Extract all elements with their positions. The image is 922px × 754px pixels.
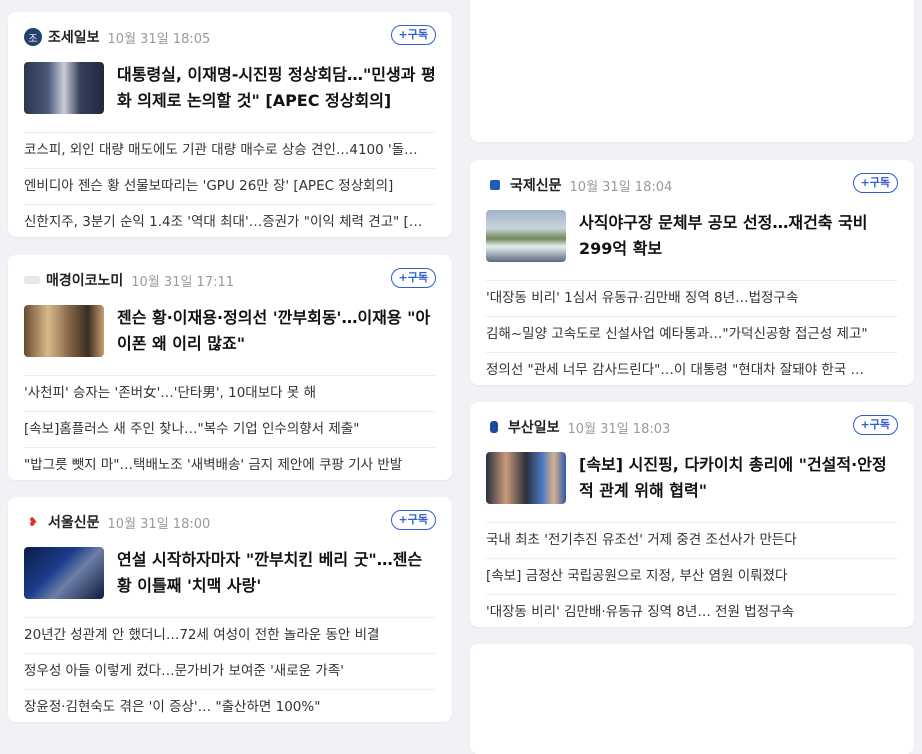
lead-thumbnail[interactable] — [24, 547, 104, 599]
list-item[interactable]: "밥그릇 뺏지 마"…택배노조 '새벽배송' 금지 제안에 쿠팡 기사 반발 — [24, 448, 436, 483]
seoulshinmun-logo-icon: ❥ — [27, 515, 39, 529]
lead-headline[interactable]: 대통령실, 이재명-시진핑 정상회담…"민생과 평화 의제로 논의할 것" [A… — [117, 62, 436, 114]
article-list: 코스피, 외인 대량 매도에도 기관 대량 매수로 상승 견인…4100 '돌…… — [24, 132, 436, 240]
publisher-name[interactable]: 부산일보 — [508, 417, 560, 437]
list-item[interactable]: '대장동 비리' 1심서 유동규·김만배 징역 8년…법정구속 — [486, 281, 898, 317]
lead-headline[interactable]: [속보] 시진핑, 다카이치 총리에 "건설적·안정적 관계 위해 협력" — [579, 452, 898, 504]
article-list: '대장동 비리' 1심서 유동규·김만배 징역 8년…법정구속 김해~밀양 고속… — [486, 280, 898, 388]
lead-article[interactable]: 대통령실, 이재명-시진핑 정상회담…"민생과 평화 의제로 논의할 것" [A… — [24, 62, 436, 126]
lead-thumbnail[interactable] — [486, 452, 566, 504]
lead-thumbnail[interactable] — [486, 210, 566, 262]
kookje-logo-icon — [490, 180, 500, 190]
lead-headline[interactable]: 사직야구장 문체부 공모 선정…재건축 국비 299억 확보 — [579, 210, 898, 262]
publisher-name[interactable]: 서울신문 — [48, 512, 100, 532]
card-header: 국제신문 10월 31일 18:04 +구독 — [486, 160, 898, 210]
list-item[interactable]: [속보] 금정산 국립공원으로 지정, 부산 염원 이뤄졌다 — [486, 559, 898, 595]
news-card-kookje: 국제신문 10월 31일 18:04 +구독 사직야구장 문체부 공모 선정…재… — [470, 160, 914, 385]
subscribe-button[interactable]: +구독 — [852, 415, 898, 435]
list-item[interactable]: '대장동 비리' 김만배·유동규 징역 8년… 전원 법정구속 — [486, 595, 898, 630]
subscribe-button[interactable]: +구독 — [390, 268, 436, 288]
busanilbo-logo-icon — [490, 421, 498, 433]
joseilbo-logo-icon: 조 — [24, 28, 42, 46]
news-card-busanilbo: 부산일보 10월 31일 18:03 +구독 [속보] 시진핑, 다카이치 총리… — [470, 402, 914, 627]
lead-thumbnail[interactable] — [24, 62, 104, 114]
subscribe-button[interactable]: +구독 — [390, 25, 436, 45]
article-list: '사천피' 승자는 '존버女'…'단타男', 10대보다 못 해 [속보]홈플러… — [24, 375, 436, 483]
lead-thumbnail[interactable] — [24, 305, 104, 357]
card-header: 부산일보 10월 31일 18:03 +구독 — [486, 402, 898, 452]
list-item[interactable]: 엔비디아 젠슨 황 선물보따리는 'GPU 26만 장' [APEC 정상회의] — [24, 169, 436, 205]
card-header: 조 조세일보 10월 31일 18:05 +구독 — [24, 12, 436, 62]
lead-article[interactable]: 젠슨 황·이재용·정의선 '깐부회동'…이재용 "아이폰 왜 이리 많죠" — [24, 305, 436, 369]
empty-card-top — [470, 0, 914, 142]
news-card-mkeconomy: 매경이코노미 10월 31일 17:11 +구독 젠슨 황·이재용·정의선 '깐… — [8, 255, 452, 480]
list-item[interactable]: [속보]홈플러스 새 주인 찾나…"복수 기업 인수의향서 제출" — [24, 412, 436, 448]
publish-time: 10월 31일 18:04 — [569, 179, 673, 195]
list-item[interactable]: 신한지주, 3분기 순익 1.4조 '역대 최대'…증권가 "이익 체력 견고"… — [24, 205, 436, 240]
list-item[interactable]: 정의선 "관세 너무 감사드린다"…이 대통령 "현대차 잘돼야 한국 … — [486, 353, 898, 388]
list-item[interactable]: 정우성 아들 이렇게 컸다…문가비가 보여준 '새로운 가족' — [24, 654, 436, 690]
empty-card-bottom — [470, 644, 914, 754]
publish-time: 10월 31일 18:03 — [567, 421, 671, 437]
lead-article[interactable]: [속보] 시진핑, 다카이치 총리에 "건설적·안정적 관계 위해 협력" — [486, 452, 898, 516]
subscribe-button[interactable]: +구독 — [852, 173, 898, 193]
list-item[interactable]: 김해~밀양 고속도로 신설사업 예타통과…"가덕신공항 접근성 제고" — [486, 317, 898, 353]
list-item[interactable]: 20년간 성관계 안 했더니…72세 여성이 전한 놀라운 동안 비결 — [24, 618, 436, 654]
publish-time: 10월 31일 17:11 — [131, 274, 235, 290]
publish-time: 10월 31일 18:00 — [107, 516, 211, 532]
article-list: 20년간 성관계 안 했더니…72세 여성이 전한 놀라운 동안 비결 정우성 … — [24, 617, 436, 725]
publisher-name[interactable]: 조세일보 — [48, 27, 100, 47]
card-header: 매경이코노미 10월 31일 17:11 +구독 — [24, 255, 436, 305]
publisher-name[interactable]: 매경이코노미 — [46, 270, 123, 290]
news-card-seoulshinmun: ❥ 서울신문 10월 31일 18:00 +구독 연설 시작하자마자 "깐부치킨… — [8, 497, 452, 722]
lead-headline[interactable]: 연설 시작하자마자 "깐부치킨 베리 굿"…젠슨 황 이틀째 '치맥 사랑' — [117, 547, 436, 599]
subscribe-button[interactable]: +구독 — [390, 510, 436, 530]
mkeconomy-logo-icon — [24, 276, 40, 284]
list-item[interactable]: 코스피, 외인 대량 매도에도 기관 대량 매수로 상승 견인…4100 '돌… — [24, 133, 436, 169]
article-list: 국내 최초 '전기추진 유조선' 거제 중견 조선사가 만든다 [속보] 금정산… — [486, 522, 898, 630]
lead-article[interactable]: 사직야구장 문체부 공모 선정…재건축 국비 299억 확보 — [486, 210, 898, 274]
publisher-name[interactable]: 국제신문 — [510, 175, 562, 195]
news-card-joseilbo: 조 조세일보 10월 31일 18:05 +구독 대통령실, 이재명-시진핑 정… — [8, 12, 452, 237]
card-header: ❥ 서울신문 10월 31일 18:00 +구독 — [24, 497, 436, 547]
publish-time: 10월 31일 18:05 — [107, 31, 211, 47]
lead-headline[interactable]: 젠슨 황·이재용·정의선 '깐부회동'…이재용 "아이폰 왜 이리 많죠" — [117, 305, 436, 357]
list-item[interactable]: '사천피' 승자는 '존버女'…'단타男', 10대보다 못 해 — [24, 376, 436, 412]
lead-article[interactable]: 연설 시작하자마자 "깐부치킨 베리 굿"…젠슨 황 이틀째 '치맥 사랑' — [24, 547, 436, 611]
list-item[interactable]: 장윤정·김현숙도 겪은 '이 증상'… "출산하면 100%" — [24, 690, 436, 725]
list-item[interactable]: 국내 최초 '전기추진 유조선' 거제 중견 조선사가 만든다 — [486, 523, 898, 559]
